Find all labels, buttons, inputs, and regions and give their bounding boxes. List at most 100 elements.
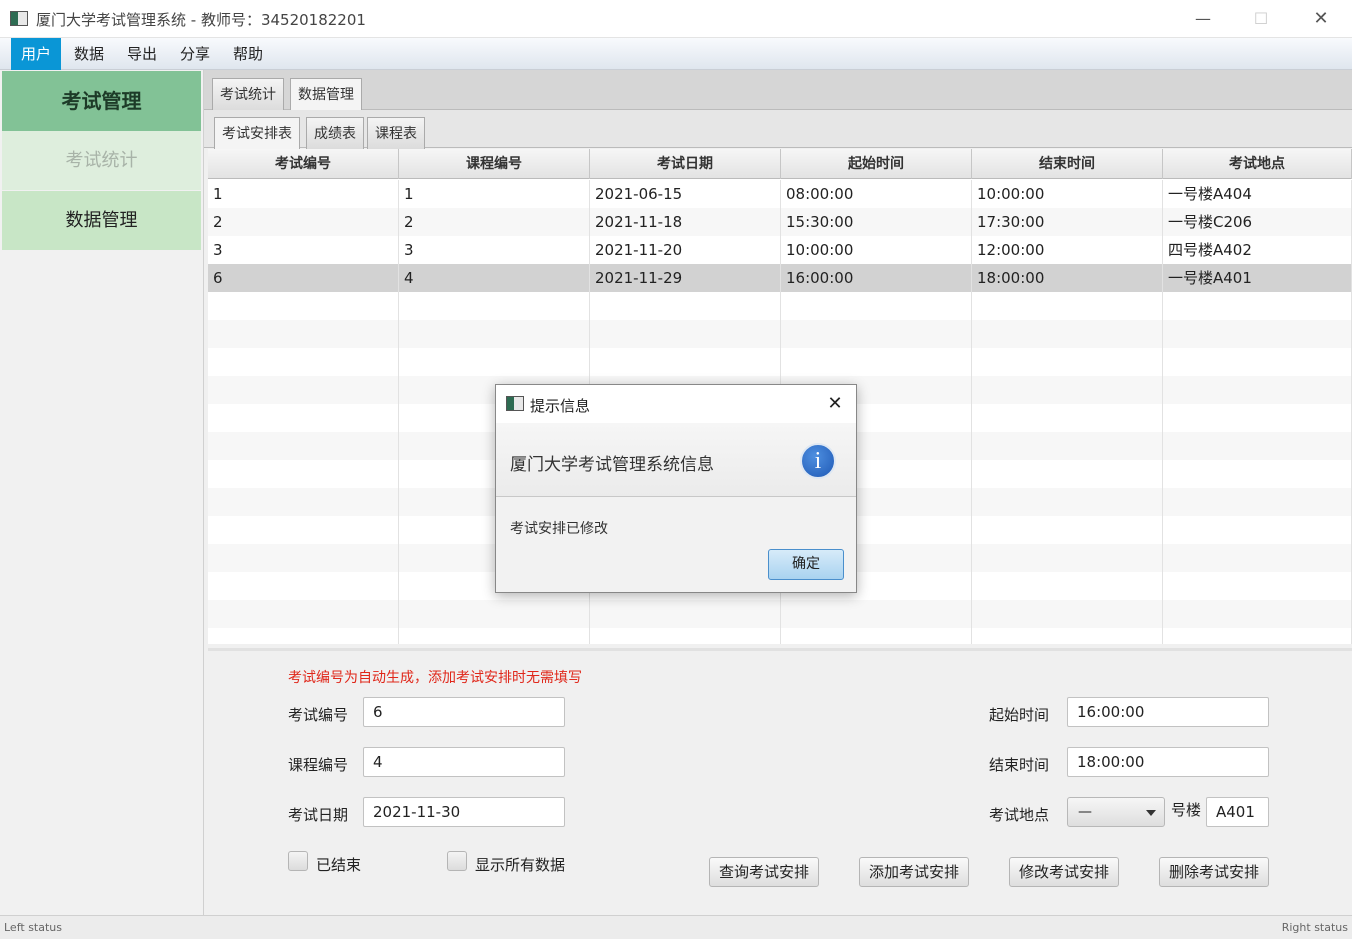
empty-cell — [972, 572, 1163, 600]
empty-cell — [1163, 628, 1352, 644]
empty-cell — [1163, 432, 1352, 460]
empty-cell — [208, 544, 399, 572]
dialog-heading: 厦门大学考试管理系统信息 — [510, 455, 714, 475]
cell-start-time: 15:30:00 — [781, 208, 972, 236]
column-header-exam-date[interactable]: 考试日期 — [590, 149, 781, 179]
empty-cell — [972, 432, 1163, 460]
building-select-value: — — [1078, 804, 1092, 820]
minimize-icon[interactable]: — — [1180, 6, 1226, 32]
close-icon[interactable]: ✕ — [1298, 6, 1344, 32]
title-bar: 厦门大学考试管理系统 - 教师号：34520182201 — ☐ ✕ — [0, 0, 1352, 38]
course-id-input[interactable]: 4 — [363, 747, 565, 777]
tab-exam-stats[interactable]: 考试统计 — [212, 78, 284, 110]
exam-date-input[interactable]: 2021-11-30 — [363, 797, 565, 827]
menu-export[interactable]: 导出 — [117, 38, 167, 70]
empty-cell — [781, 600, 972, 628]
sidebar-item-exam-stats[interactable]: 考试统计 — [2, 131, 201, 190]
table-row[interactable]: 1 1 2021-06-15 08:00:00 10:00:00 一号楼A404 — [208, 180, 1352, 208]
cell-start-time: 08:00:00 — [781, 180, 972, 208]
finished-checkbox[interactable] — [288, 851, 308, 871]
add-schedule-button[interactable]: 添加考试安排 — [859, 857, 969, 887]
show-all-checkbox[interactable] — [447, 851, 467, 871]
table-row-selected[interactable]: 6 4 2021-11-29 16:00:00 18:00:00 一号楼A401 — [208, 264, 1352, 292]
cell-location: 一号楼A401 — [1163, 264, 1352, 292]
empty-cell — [1163, 320, 1352, 348]
column-header-exam-id[interactable]: 考试编号 — [208, 149, 399, 179]
end-time-input[interactable]: 18:00:00 — [1067, 747, 1269, 777]
empty-table-row — [208, 320, 1352, 348]
room-input[interactable]: A401 — [1206, 797, 1269, 827]
empty-cell — [1163, 460, 1352, 488]
delete-schedule-button[interactable]: 删除考试安排 — [1159, 857, 1269, 887]
modify-schedule-button[interactable]: 修改考试安排 — [1009, 857, 1119, 887]
menu-share[interactable]: 分享 — [170, 38, 220, 70]
empty-cell — [972, 348, 1163, 376]
tab-grades[interactable]: 成绩表 — [306, 117, 364, 149]
column-header-location[interactable]: 考试地点 — [1163, 149, 1352, 179]
empty-cell — [1163, 600, 1352, 628]
window-title: 厦门大学考试管理系统 - 教师号：34520182201 — [36, 11, 366, 29]
menu-user[interactable]: 用户 — [11, 38, 62, 70]
building-select[interactable]: — — [1067, 797, 1165, 827]
cell-location: 四号楼A402 — [1163, 236, 1352, 264]
tab-courses[interactable]: 课程表 — [367, 117, 425, 149]
empty-table-row — [208, 628, 1352, 644]
column-header-end-time[interactable]: 结束时间 — [972, 149, 1163, 179]
status-left: Left status — [4, 921, 62, 934]
exam-id-label: 考试编号 — [288, 706, 349, 724]
query-schedule-button[interactable]: 查询考试安排 — [709, 857, 819, 887]
dialog-body: 考试安排已修改 确定 — [496, 497, 856, 592]
empty-cell — [972, 516, 1163, 544]
sidebar-item-data-management[interactable]: 数据管理 — [2, 191, 201, 250]
dialog-message: 考试安排已修改 — [510, 521, 608, 537]
empty-cell — [208, 628, 399, 644]
cell-exam-id: 1 — [208, 180, 399, 208]
empty-cell — [972, 488, 1163, 516]
empty-cell — [1163, 376, 1352, 404]
cell-course-id: 3 — [399, 236, 590, 264]
start-time-input[interactable]: 16:00:00 — [1067, 697, 1269, 727]
cell-exam-id: 3 — [208, 236, 399, 264]
empty-cell — [1163, 404, 1352, 432]
empty-cell — [781, 348, 972, 376]
empty-cell — [781, 320, 972, 348]
empty-cell — [208, 460, 399, 488]
cell-course-id: 2 — [399, 208, 590, 236]
column-header-start-time[interactable]: 起始时间 — [781, 149, 972, 179]
table-row[interactable]: 3 3 2021-11-20 10:00:00 12:00:00 四号楼A402 — [208, 236, 1352, 264]
empty-cell — [972, 292, 1163, 320]
cell-end-time: 18:00:00 — [972, 264, 1163, 292]
empty-cell — [1163, 292, 1352, 320]
empty-cell — [399, 600, 590, 628]
column-header-course-id[interactable]: 课程编号 — [399, 149, 590, 179]
cell-exam-date: 2021-06-15 — [590, 180, 781, 208]
cell-course-id: 4 — [399, 264, 590, 292]
info-icon: i — [800, 443, 836, 479]
tab-exam-schedule[interactable]: 考试安排表 — [214, 117, 300, 149]
empty-cell — [1163, 516, 1352, 544]
empty-cell — [208, 432, 399, 460]
menu-help[interactable]: 帮助 — [223, 38, 273, 70]
cell-location: 一号楼A404 — [1163, 180, 1352, 208]
empty-cell — [399, 320, 590, 348]
tab-data-management[interactable]: 数据管理 — [290, 78, 362, 110]
close-icon[interactable]: ✕ — [822, 391, 848, 417]
dialog-title-bar: 提示信息 ✕ — [496, 385, 856, 423]
exam-id-input[interactable]: 6 — [363, 697, 565, 727]
cell-end-time: 17:30:00 — [972, 208, 1163, 236]
cell-exam-date: 2021-11-18 — [590, 208, 781, 236]
empty-cell — [399, 292, 590, 320]
table-row[interactable]: 2 2 2021-11-18 15:30:00 17:30:00 一号楼C206 — [208, 208, 1352, 236]
maximize-icon[interactable]: ☐ — [1238, 6, 1284, 32]
top-tab-bar: 考试统计 数据管理 — [204, 70, 1352, 110]
empty-cell — [972, 628, 1163, 644]
ok-button[interactable]: 确定 — [768, 549, 844, 580]
info-dialog: 提示信息 ✕ 厦门大学考试管理系统信息 i 考试安排已修改 确定 — [495, 384, 857, 593]
sidebar-header: 考试管理 — [2, 71, 201, 131]
cell-exam-id: 2 — [208, 208, 399, 236]
empty-cell — [781, 292, 972, 320]
menu-data[interactable]: 数据 — [64, 38, 114, 70]
cell-exam-id: 6 — [208, 264, 399, 292]
cell-location: 一号楼C206 — [1163, 208, 1352, 236]
finished-label: 已结束 — [316, 856, 362, 874]
